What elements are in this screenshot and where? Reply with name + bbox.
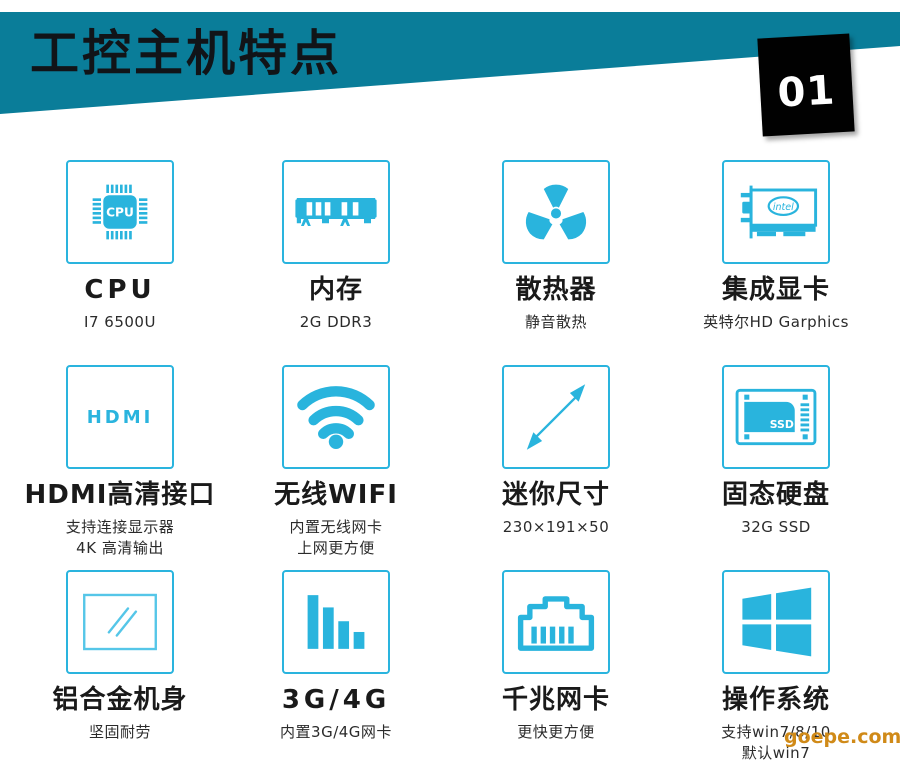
- feature-title: 无线WIFI: [274, 480, 398, 510]
- intel-logo-label: intel: [773, 202, 794, 213]
- memory-ram-icon: [295, 198, 377, 226]
- feature-cell-minisize[interactable]: 迷你尺寸 230×191×50: [448, 353, 664, 558]
- feature-subtitle: 内置无线网卡 上网更方便: [228, 517, 444, 559]
- signal-bars-icon: [307, 595, 365, 649]
- icon-frame: [502, 160, 610, 264]
- icon-frame: intel: [722, 160, 830, 264]
- feature-cell-aluminum[interactable]: 铝合金机身 坚固耐劳: [12, 558, 228, 766]
- slide-root: 工控主机特点 01 CPU CPU I7 6500U 内存 2G DDR3 散热…: [0, 0, 900, 766]
- ssd-icon-label: SSD: [770, 418, 794, 431]
- feature-title: 内存: [308, 275, 363, 305]
- feature-subtitle: 230×191×50: [502, 518, 610, 536]
- feature-cell-cpu[interactable]: CPU CPU I7 6500U: [12, 148, 228, 353]
- feature-title: 千兆网卡: [501, 685, 610, 715]
- hdmi-port-icon: HDMI: [86, 406, 154, 428]
- feature-grid: CPU CPU I7 6500U 内存 2G DDR3 散热器 静音散热 int…: [0, 148, 900, 766]
- feature-subtitle: 内置3G/4G网卡: [280, 723, 392, 741]
- feature-title: 散热器: [515, 275, 597, 305]
- feature-subtitle: 静音散热: [524, 313, 587, 331]
- feature-row: HDMI HDMI高清接口 支持连接显示器 4K 高清输出 无线WIFI 内置无…: [0, 353, 900, 558]
- feature-title: 3G/4G: [281, 685, 391, 715]
- feature-subtitle: 32G SSD: [741, 518, 811, 536]
- icon-frame: [502, 570, 610, 674]
- feature-cell-ssd[interactable]: SSD 固态硬盘 32G SSD: [668, 353, 884, 558]
- feature-subtitle: 2G DDR3: [299, 313, 373, 331]
- header-banner: 工控主机特点 01: [0, 0, 900, 150]
- cpu-icon-label: CPU: [106, 206, 134, 220]
- icon-frame: [722, 570, 830, 674]
- feature-cell-ethernet[interactable]: 千兆网卡 更快更方便: [448, 558, 664, 766]
- feature-subtitle: I7 6500U: [84, 313, 156, 331]
- feature-title: 铝合金机身: [52, 685, 188, 715]
- feature-subtitle: 支持连接显示器 4K 高清输出: [12, 517, 228, 559]
- feature-title: 迷你尺寸: [501, 480, 610, 510]
- feature-row: 铝合金机身 坚固耐劳 3G/4G 内置3G/4G网卡 千兆网卡 更快更方便 操作…: [0, 558, 900, 766]
- subtitle-line-1: 内置无线网卡: [289, 518, 383, 536]
- feature-title: 固态硬盘: [721, 480, 830, 510]
- feature-title: 集成显卡: [721, 275, 830, 305]
- feature-cell-cooler[interactable]: 散热器 静音散热: [448, 148, 664, 353]
- feature-cell-wifi[interactable]: 无线WIFI 内置无线网卡 上网更方便: [228, 353, 444, 558]
- feature-title: CPU: [84, 275, 156, 305]
- watermark: goepe.com: [784, 726, 900, 748]
- mini-size-arrow-icon: [526, 384, 586, 450]
- icon-frame: [282, 365, 390, 469]
- icon-frame: [66, 570, 174, 674]
- ssd-drive-icon: SSD: [735, 388, 817, 446]
- icon-frame: [502, 365, 610, 469]
- page-title: 工控主机特点: [30, 25, 343, 82]
- icon-frame: CPU: [66, 160, 174, 264]
- feature-title: HDMI高清接口: [24, 480, 216, 510]
- feature-cell-hdmi[interactable]: HDMI HDMI高清接口 支持连接显示器 4K 高清输出: [12, 353, 228, 558]
- cooling-fan-icon: [525, 184, 587, 240]
- aluminum-body-icon: [83, 593, 157, 651]
- feature-cell-memory[interactable]: 内存 2G DDR3: [228, 148, 444, 353]
- feature-subtitle: 英特尔HD Garphics: [703, 313, 849, 331]
- icon-frame: [282, 160, 390, 264]
- windows-logo-icon: [742, 587, 812, 657]
- graphics-card-icon: intel: [740, 185, 818, 239]
- feature-subtitle: 更快更方便: [517, 723, 595, 741]
- section-number-label: 01: [776, 67, 837, 117]
- icon-frame: SSD: [722, 365, 830, 469]
- feature-title: 操作系统: [721, 685, 830, 715]
- cpu-chip-icon: CPU: [92, 184, 148, 240]
- ethernet-port-icon: [517, 596, 595, 651]
- icon-frame: HDMI: [66, 365, 174, 469]
- feature-subtitle: 坚固耐劳: [88, 723, 151, 741]
- subtitle-line-2: 4K 高清输出: [76, 539, 164, 557]
- feature-cell-graphics[interactable]: intel 集成显卡 英特尔HD Garphics: [668, 148, 884, 353]
- subtitle-line-1: 支持连接显示器: [65, 518, 175, 536]
- section-number-badge: 01: [757, 33, 855, 137]
- icon-frame: [282, 570, 390, 674]
- wifi-icon: [297, 386, 375, 449]
- feature-row: CPU CPU I7 6500U 内存 2G DDR3 散热器 静音散热 int…: [0, 148, 900, 353]
- feature-cell-3g4g[interactable]: 3G/4G 内置3G/4G网卡: [228, 558, 444, 766]
- subtitle-line-2: 上网更方便: [297, 539, 375, 557]
